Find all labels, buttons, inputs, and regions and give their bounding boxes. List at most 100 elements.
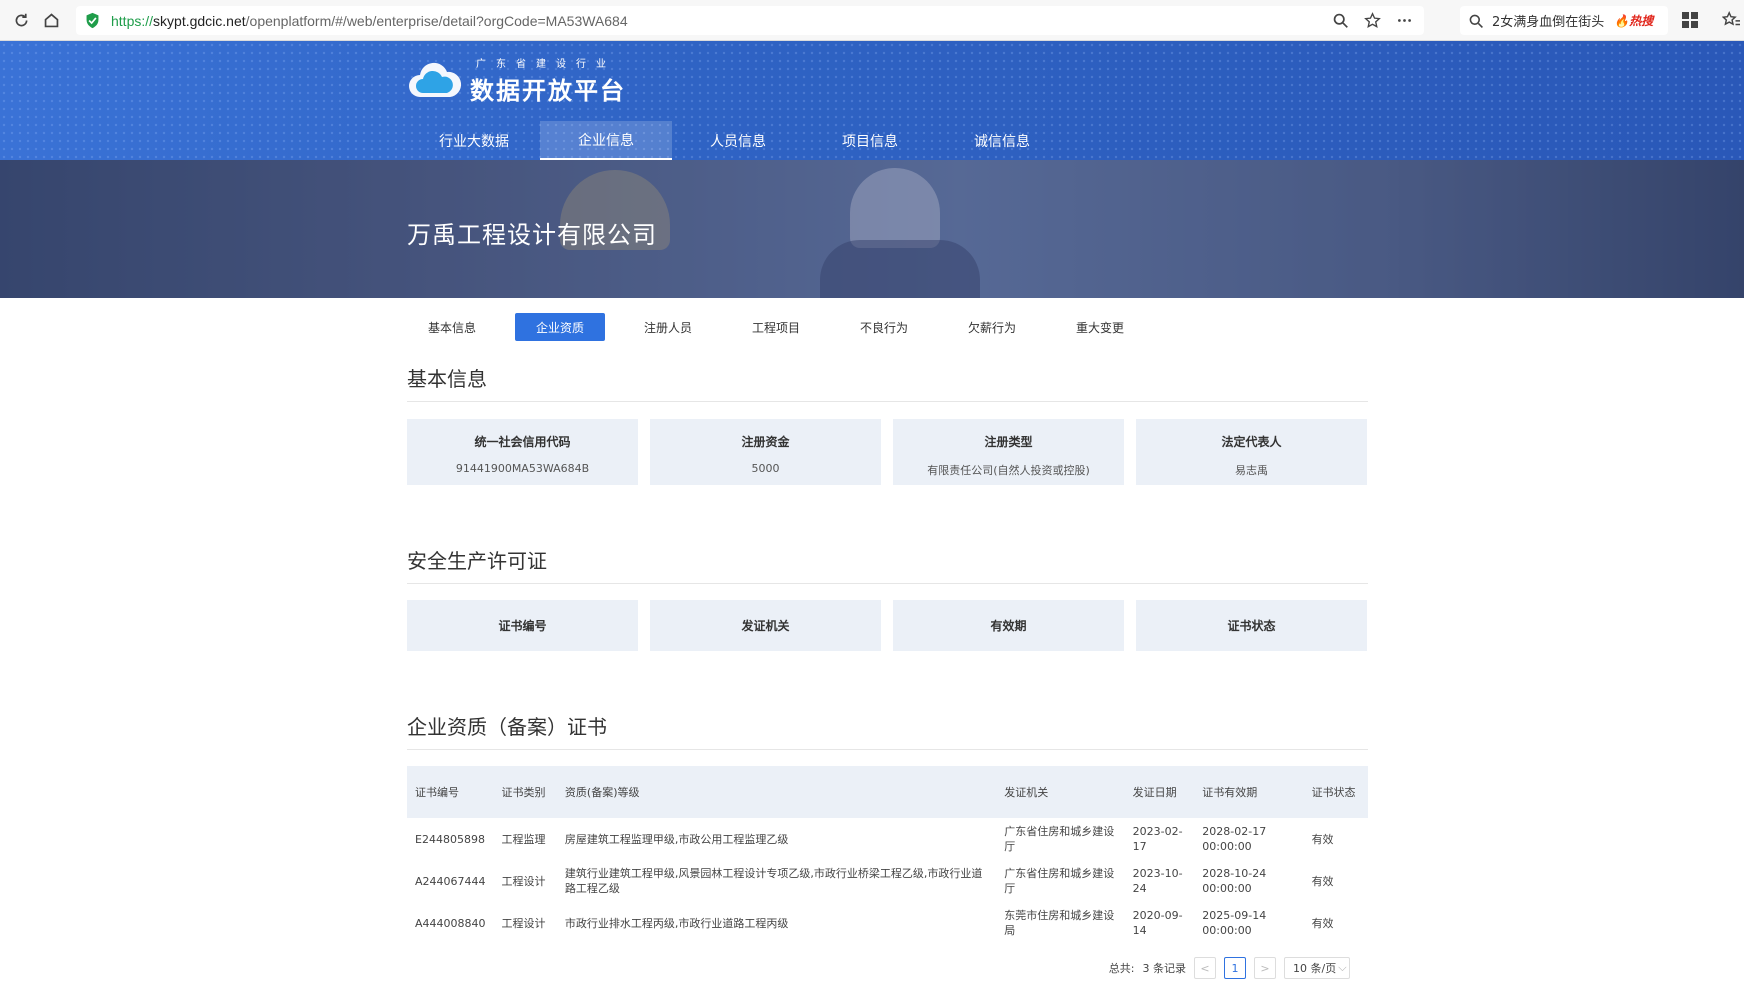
nav-item-industry-data[interactable]: 行业大数据	[408, 121, 540, 160]
cell-status: 有效	[1311, 832, 1334, 846]
info-value: 易志禹	[1235, 464, 1268, 477]
info-card-credit-code: 统一社会信用代码 91441900MA53WA684B	[407, 419, 638, 485]
cell-grade: 房屋建筑工程监理甲级,市政公用工程监理乙级	[564, 832, 789, 846]
table-row: A244067444 工程设计 建筑行业建筑工程甲级,风景园林工程设计专项乙级,…	[407, 860, 1368, 902]
tab-qualification[interactable]: 企业资质	[515, 313, 605, 341]
cell-issuer: 东莞市住房和城乡建设局	[1004, 909, 1115, 937]
page-size-value: 10 条/页	[1293, 962, 1337, 975]
safety-license-header: 证书编号 发证机关 有效期 证书状态	[407, 600, 1367, 651]
th-issuer: 发证机关	[996, 766, 1125, 818]
section-title-qualification: 企业资质（备案）证书	[407, 711, 1368, 750]
tab-basic-info[interactable]: 基本信息	[407, 313, 497, 341]
flame-icon: 🔥	[1614, 14, 1630, 28]
cell-valid-until: 2028-02-17 00:00:00	[1202, 825, 1267, 853]
pager-page-1[interactable]: 1	[1224, 957, 1246, 979]
cell-issue-date: 2020-09-14	[1132, 909, 1183, 937]
reload-icon[interactable]	[8, 7, 34, 33]
info-label: 注册类型	[984, 435, 1033, 449]
browser-toolbar: https://skypt.gdcic.net/openplatform/#/w…	[0, 0, 1744, 41]
table-row: A444008840 工程设计 市政行业排水工程丙级,市政行业道路工程丙级 东莞…	[407, 902, 1368, 944]
pager-total-label: 总共:	[1108, 962, 1135, 975]
hot-search-badge: 🔥热搜	[1614, 12, 1653, 29]
more-icon[interactable]	[1394, 10, 1414, 30]
table-row: E244805898 工程监理 房屋建筑工程监理甲级,市政公用工程监理乙级 广东…	[407, 818, 1368, 860]
section-title-safety-license: 安全生产许可证	[407, 545, 1368, 584]
hot-search-box[interactable]: 2女满身血倒在街头 🔥热搜	[1460, 6, 1668, 35]
site-header: 广东省建设行业 数据开放平台 行业大数据 企业信息 人员信息 项目信息 诚信信息	[0, 41, 1744, 160]
logo-subtitle: 广东省建设行业	[476, 59, 616, 70]
qualification-table: 证书编号 证书类别 资质(备案)等级 发证机关 发证日期 证书有效期 证书状态 …	[407, 766, 1368, 944]
home-icon[interactable]	[38, 7, 64, 33]
tab-registered-staff[interactable]: 注册人员	[623, 313, 713, 341]
cell-cert-no: A244067444	[415, 874, 486, 888]
tab-projects[interactable]: 工程项目	[731, 313, 821, 341]
banner-overlay	[0, 160, 1744, 298]
company-name: 万禹工程设计有限公司	[407, 221, 657, 249]
url-text: https://skypt.gdcic.net/openplatform/#/w…	[111, 13, 628, 29]
detail-tabs: 基本信息 企业资质 注册人员 工程项目 不良行为 欠薪行为 重大变更	[407, 313, 1145, 341]
cell-cert-no: E244805898	[415, 832, 485, 846]
hot-search-badge-label: 热搜	[1629, 14, 1654, 28]
cloud-logo-icon	[409, 62, 462, 97]
nav-item-credit[interactable]: 诚信信息	[936, 121, 1068, 160]
pagination: 总共: 3 条记录 < 1 > 10 条/页 ⌵	[1109, 957, 1350, 979]
column-header: 发证机关	[650, 600, 881, 651]
th-valid-until: 证书有效期	[1194, 766, 1304, 818]
cell-grade: 建筑行业建筑工程甲级,风景园林工程设计专项乙级,市政行业桥梁工程乙级,市政行业道…	[564, 867, 983, 895]
tab-bad-behavior[interactable]: 不良行为	[839, 313, 929, 341]
th-cert-no: 证书编号	[407, 766, 494, 818]
favorites-list-icon[interactable]	[1722, 11, 1740, 29]
column-header: 有效期	[893, 600, 1124, 651]
table-header-row: 证书编号 证书类别 资质(备案)等级 发证机关 发证日期 证书有效期 证书状态	[407, 766, 1368, 818]
basic-info-cards: 统一社会信用代码 91441900MA53WA684B 注册资金 5000 注册…	[407, 419, 1367, 485]
chevron-down-icon: ⌵	[1338, 961, 1347, 974]
cell-status: 有效	[1311, 874, 1334, 888]
cell-issuer: 广东省住房和城乡建设厅	[1004, 867, 1115, 895]
cell-grade: 市政行业排水工程丙级,市政行业道路工程丙级	[564, 916, 789, 930]
column-header-label: 发证机关	[741, 619, 790, 633]
cell-cert-type: 工程设计	[501, 874, 546, 888]
url-host: skypt.gdcic.net	[153, 12, 246, 29]
page-size-select[interactable]: 10 条/页 ⌵	[1284, 957, 1350, 979]
secure-shield-icon	[86, 12, 99, 29]
info-label: 注册资金	[741, 435, 790, 449]
zoom-icon[interactable]	[1330, 10, 1350, 30]
column-header-label: 有效期	[990, 619, 1027, 633]
apps-grid-icon[interactable]	[1682, 12, 1698, 28]
tab-wage-arrears[interactable]: 欠薪行为	[947, 313, 1037, 341]
search-icon	[1469, 14, 1483, 28]
cell-cert-type: 工程设计	[501, 916, 546, 930]
column-header-label: 证书状态	[1227, 619, 1276, 633]
site-logo[interactable]: 广东省建设行业 数据开放平台	[406, 55, 626, 106]
info-label: 法定代表人	[1221, 435, 1282, 449]
info-label: 统一社会信用代码	[474, 435, 571, 449]
th-status: 证书状态	[1303, 766, 1368, 818]
info-value: 5000	[751, 462, 780, 475]
info-card-capital: 注册资金 5000	[650, 419, 881, 485]
nav-item-projects[interactable]: 项目信息	[804, 121, 936, 160]
th-grade: 资质(备案)等级	[556, 766, 997, 818]
pager-prev-button[interactable]: <	[1194, 957, 1216, 979]
nav-item-personnel[interactable]: 人员信息	[672, 121, 804, 160]
cell-issue-date: 2023-10-24	[1132, 867, 1183, 895]
info-card-reg-type: 注册类型 有限责任公司(自然人投资或控股)	[893, 419, 1124, 485]
cell-cert-type: 工程监理	[501, 832, 546, 846]
cell-valid-until: 2025-09-14 00:00:00	[1202, 909, 1267, 937]
pager-next-button[interactable]: >	[1254, 957, 1276, 979]
section-title-basic-info: 基本信息	[407, 363, 1368, 402]
nav-item-enterprise[interactable]: 企业信息	[540, 121, 672, 160]
cell-issuer: 广东省住房和城乡建设厅	[1004, 825, 1115, 853]
logo-title: 数据开放平台	[470, 77, 626, 105]
cell-cert-no: A444008840	[415, 916, 486, 930]
cell-issue-date: 2023-02-17	[1132, 825, 1183, 853]
address-bar[interactable]: https://skypt.gdcic.net/openplatform/#/w…	[76, 6, 1424, 35]
column-header: 证书状态	[1136, 600, 1367, 651]
bookmark-star-icon[interactable]	[1362, 10, 1382, 30]
th-issue-date: 发证日期	[1124, 766, 1195, 818]
th-cert-type: 证书类别	[493, 766, 557, 818]
info-card-legal-rep: 法定代表人 易志禹	[1136, 419, 1367, 485]
column-header-label: 证书编号	[498, 619, 547, 633]
info-value: 91441900MA53WA684B	[455, 462, 590, 475]
pager-total-value: 3 条记录	[1142, 962, 1187, 975]
tab-major-changes[interactable]: 重大变更	[1055, 313, 1145, 341]
